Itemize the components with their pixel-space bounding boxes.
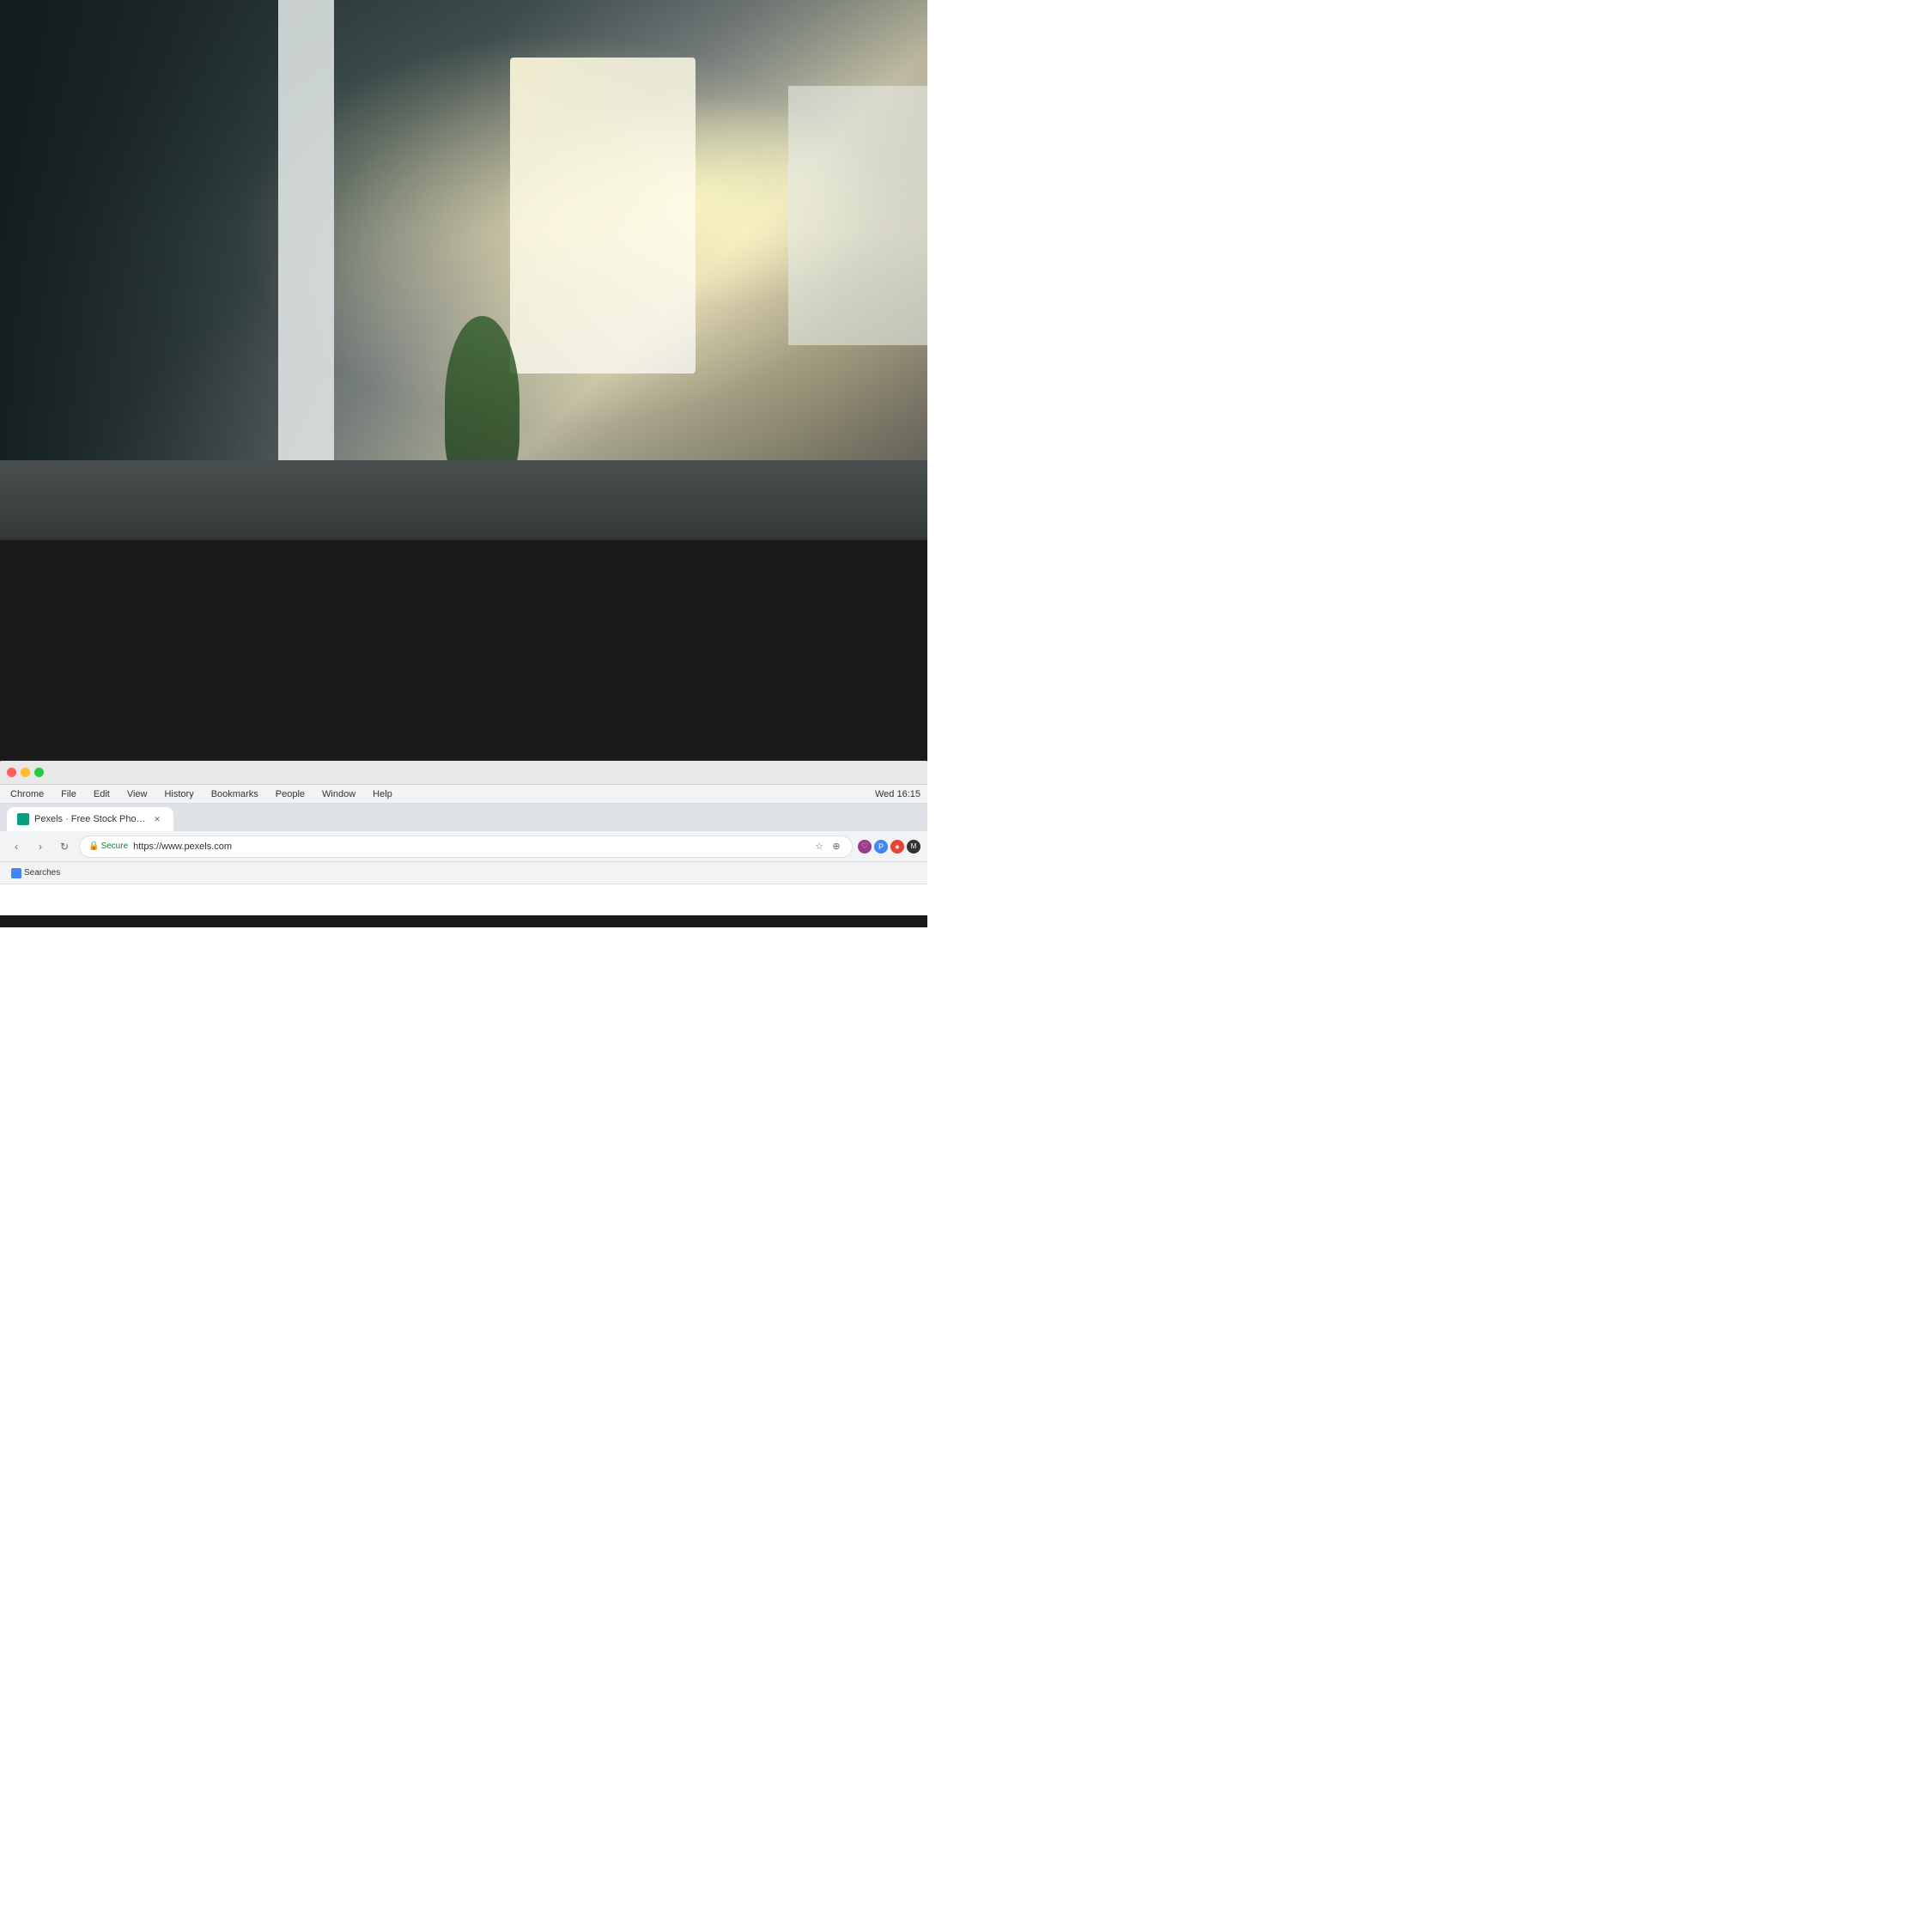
chrome-menubar: Chrome File Edit View History Bookmarks … [0, 785, 927, 804]
address-bar-row: ‹ › ↻ 🔒 Secure https://www.pexels.com ☆ … [0, 831, 927, 862]
tab-favicon [17, 813, 29, 825]
minimize-window-button[interactable] [21, 768, 30, 777]
menu-people[interactable]: People [272, 787, 308, 801]
menu-chrome[interactable]: Chrome [7, 787, 47, 801]
ext-icon-4[interactable]: M [907, 840, 920, 854]
refresh-button[interactable]: ↻ [55, 837, 74, 856]
menu-view[interactable]: View [124, 787, 151, 801]
background-photo [0, 0, 927, 575]
extension-icons: ♡ P ● M [858, 840, 920, 854]
fullscreen-window-button[interactable] [34, 768, 44, 777]
close-window-button[interactable] [7, 768, 16, 777]
secure-badge: 🔒 Secure [88, 841, 128, 851]
menu-bookmarks[interactable]: Bookmarks [208, 787, 262, 801]
tab-bar: Pexels · Free Stock Photos ✕ [0, 804, 927, 831]
bookmarks-bar: Searches [0, 862, 927, 884]
menu-history[interactable]: History [161, 787, 197, 801]
window-glare-2 [788, 86, 927, 344]
lock-icon: 🔒 [88, 841, 99, 851]
address-bar[interactable]: 🔒 Secure https://www.pexels.com ☆ ⊕ [79, 835, 853, 858]
tab-close-button[interactable]: ✕ [151, 813, 163, 825]
macos-titlebar [0, 761, 927, 785]
bookmark-searches[interactable]: Searches [7, 866, 64, 880]
address-icons: ☆ ⊕ [812, 840, 843, 854]
traffic-lights [7, 768, 44, 777]
active-tab[interactable]: Pexels · Free Stock Photos ✕ [7, 807, 173, 831]
ext-icon-3[interactable]: ● [890, 840, 904, 854]
ext-icon-1[interactable]: ♡ [858, 840, 872, 854]
bookmark-icon [11, 868, 21, 878]
window-glare [510, 58, 696, 374]
column [278, 0, 334, 460]
bookmark-star-icon[interactable]: ☆ [812, 840, 826, 854]
back-button[interactable]: ‹ [7, 837, 26, 856]
screen-bezel: Chrome File Edit View History Bookmarks … [0, 538, 927, 927]
system-bar-right: Wed 16:15 [875, 789, 920, 799]
system-time: Wed 16:15 [875, 789, 920, 799]
browser-window: Chrome File Edit View History Bookmarks … [0, 761, 927, 915]
menu-file[interactable]: File [58, 787, 80, 801]
tab-title: Pexels · Free Stock Photos [34, 814, 146, 824]
ext-icon-2[interactable]: P [874, 840, 888, 854]
menu-edit[interactable]: Edit [90, 787, 113, 801]
url-text[interactable]: https://www.pexels.com [133, 841, 807, 852]
menu-window[interactable]: Window [319, 787, 359, 801]
menu-help[interactable]: Help [369, 787, 396, 801]
secure-label: Secure [100, 841, 128, 851]
shield-icon[interactable]: ⊕ [829, 840, 843, 854]
forward-button[interactable]: › [31, 837, 50, 856]
